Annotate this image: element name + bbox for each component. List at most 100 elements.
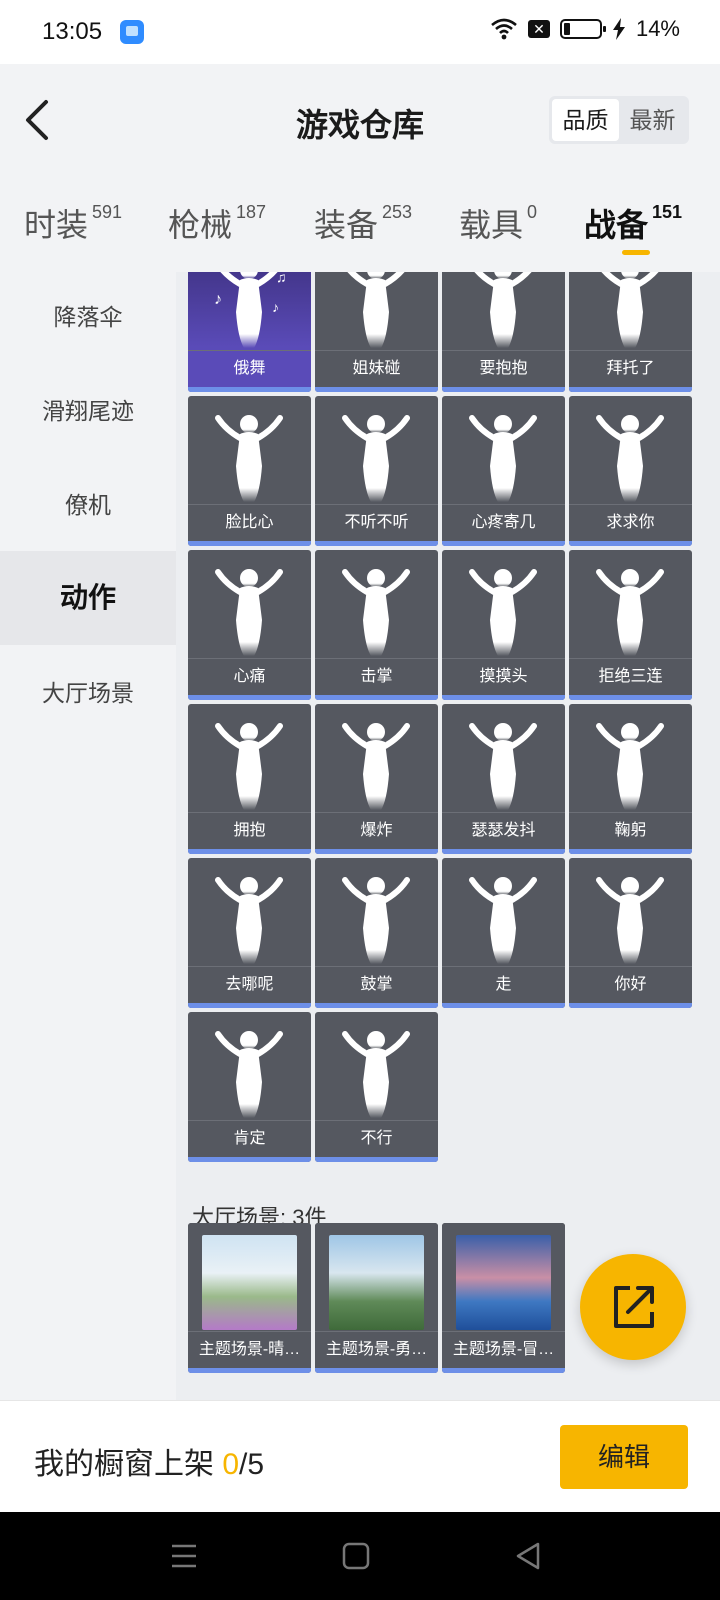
card-divider xyxy=(442,658,565,659)
rarity-bar xyxy=(315,1003,438,1008)
action-name: 要抱抱 xyxy=(479,360,528,377)
share-button[interactable] xyxy=(580,1254,686,1360)
nav-back-button[interactable] xyxy=(510,1538,546,1574)
edit-button[interactable]: 编辑 xyxy=(560,1425,688,1489)
sort-option-quality[interactable]: 品质 xyxy=(552,99,619,141)
scene-name: 主题场景-晴… xyxy=(198,1341,301,1358)
action-name: 求求你 xyxy=(606,514,655,531)
hip-bump-pose-icon xyxy=(315,272,438,350)
scene-card[interactable]: 主题场景-勇… xyxy=(315,1223,438,1373)
action-card[interactable]: 击掌 xyxy=(315,550,438,700)
action-card[interactable]: 脸比心 xyxy=(188,396,311,546)
sunset-sea-scene-thumbnail xyxy=(456,1235,551,1330)
begging-pose-icon xyxy=(569,396,692,504)
action-card[interactable]: 不听不听 xyxy=(315,396,438,546)
action-card[interactable]: 拜托了 xyxy=(569,272,692,392)
card-divider xyxy=(188,350,311,351)
action-card[interactable]: 瑟瑟发抖 xyxy=(442,704,565,854)
action-card[interactable]: 你好 xyxy=(569,858,692,1008)
sort-option-newest[interactable]: 最新 xyxy=(619,99,686,141)
scene-card[interactable]: 主题场景-冒… xyxy=(442,1223,565,1373)
tab-vehicles[interactable]: 载具 0 xyxy=(459,200,537,246)
action-card[interactable]: 拒绝三连 xyxy=(569,550,692,700)
menu-icon xyxy=(172,1544,196,1568)
where-to-pose-icon xyxy=(188,858,311,966)
heartache-pose-icon xyxy=(188,550,311,658)
sidebar-item-wingman[interactable]: 僚机 xyxy=(0,458,176,552)
card-divider xyxy=(442,812,565,813)
rarity-bar xyxy=(315,849,438,854)
high-five-pose-icon xyxy=(315,550,438,658)
nav-menu-button[interactable] xyxy=(166,1538,202,1574)
rarity-bar xyxy=(442,849,565,854)
rarity-bar xyxy=(188,1157,311,1162)
tab-count: 253 xyxy=(382,202,413,222)
action-name: 击掌 xyxy=(360,668,393,685)
scene-card[interactable]: 主题场景-晴… xyxy=(188,1223,311,1373)
tab-fashion[interactable]: 时装 591 xyxy=(24,200,122,246)
status-icons: ✕ 14% xyxy=(490,16,680,42)
share-external-icon xyxy=(614,1286,654,1328)
nav-home-button[interactable] xyxy=(338,1538,374,1574)
card-divider xyxy=(188,812,311,813)
sidebar-item-glide-trail[interactable]: 滑翔尾迹 xyxy=(0,364,176,458)
clapping-hands-icon xyxy=(315,858,438,966)
bow-pose-icon xyxy=(569,704,692,812)
action-card[interactable]: 爆炸 xyxy=(315,704,438,854)
card-divider xyxy=(442,350,565,351)
action-name: 拥抱 xyxy=(233,822,266,839)
action-card[interactable]: 走 xyxy=(442,858,565,1008)
action-card[interactable]: 求求你 xyxy=(569,396,692,546)
action-card[interactable]: 姐妹碰 xyxy=(315,272,438,392)
tab-active-indicator xyxy=(622,250,650,255)
rarity-bar xyxy=(315,1157,438,1162)
card-divider xyxy=(569,658,692,659)
home-square-icon xyxy=(342,1542,370,1570)
self-hug-pose-icon xyxy=(442,396,565,504)
action-card[interactable]: ♪ ♫ ♪ 俄舞 xyxy=(188,272,311,392)
rarity-bar xyxy=(569,849,692,854)
rarity-bar xyxy=(442,1368,565,1373)
rarity-bar xyxy=(315,387,438,392)
rarity-bar xyxy=(188,387,311,392)
back-button[interactable] xyxy=(20,96,60,144)
sidebar-item-lobby-scene[interactable]: 大厅场景 xyxy=(0,646,176,740)
rarity-bar xyxy=(442,695,565,700)
category-tabs: 时装 591 枪械 187 装备 253 载具 0 战备 151 xyxy=(0,190,720,270)
action-name: 鼓掌 xyxy=(360,976,393,993)
action-card[interactable]: 不行 xyxy=(315,1012,438,1162)
card-divider xyxy=(569,504,692,505)
action-card[interactable]: 拥抱 xyxy=(188,704,311,854)
action-card[interactable]: 心疼寄几 xyxy=(442,396,565,546)
card-divider xyxy=(569,966,692,967)
tab-equipment[interactable]: 装备 253 xyxy=(314,200,412,246)
card-divider xyxy=(442,1331,565,1332)
action-card[interactable]: 鼓掌 xyxy=(315,858,438,1008)
card-divider xyxy=(569,350,692,351)
rarity-bar xyxy=(188,695,311,700)
action-name: 不听不听 xyxy=(344,514,409,531)
battery-icon xyxy=(559,19,606,39)
action-name: 摸摸头 xyxy=(479,668,528,685)
card-divider xyxy=(188,1120,311,1121)
rarity-bar xyxy=(569,541,692,546)
charging-icon xyxy=(612,18,625,40)
tab-label: 装备 xyxy=(314,207,379,243)
sidebar-item-actions[interactable]: 动作 xyxy=(0,551,176,645)
action-name: 心疼寄几 xyxy=(471,514,536,531)
sidebar-item-parachute[interactable]: 降落伞 xyxy=(0,270,176,364)
action-card[interactable]: 去哪呢 xyxy=(188,858,311,1008)
crossed-arms-pose-icon xyxy=(569,550,692,658)
tab-guns[interactable]: 枪械 187 xyxy=(168,200,266,246)
tab-count: 591 xyxy=(92,202,123,222)
rarity-bar xyxy=(315,541,438,546)
action-card[interactable]: 鞠躬 xyxy=(569,704,692,854)
action-card[interactable]: 心痛 xyxy=(188,550,311,700)
showcase-label-text: 我的橱窗上架 xyxy=(34,1448,223,1481)
action-card[interactable]: 摸摸头 xyxy=(442,550,565,700)
action-card[interactable]: 肯定 xyxy=(188,1012,311,1162)
action-card[interactable]: 要抱抱 xyxy=(442,272,565,392)
tab-count: 187 xyxy=(236,202,267,222)
rarity-bar xyxy=(188,849,311,854)
tab-tactical[interactable]: 战备 151 xyxy=(584,200,682,255)
